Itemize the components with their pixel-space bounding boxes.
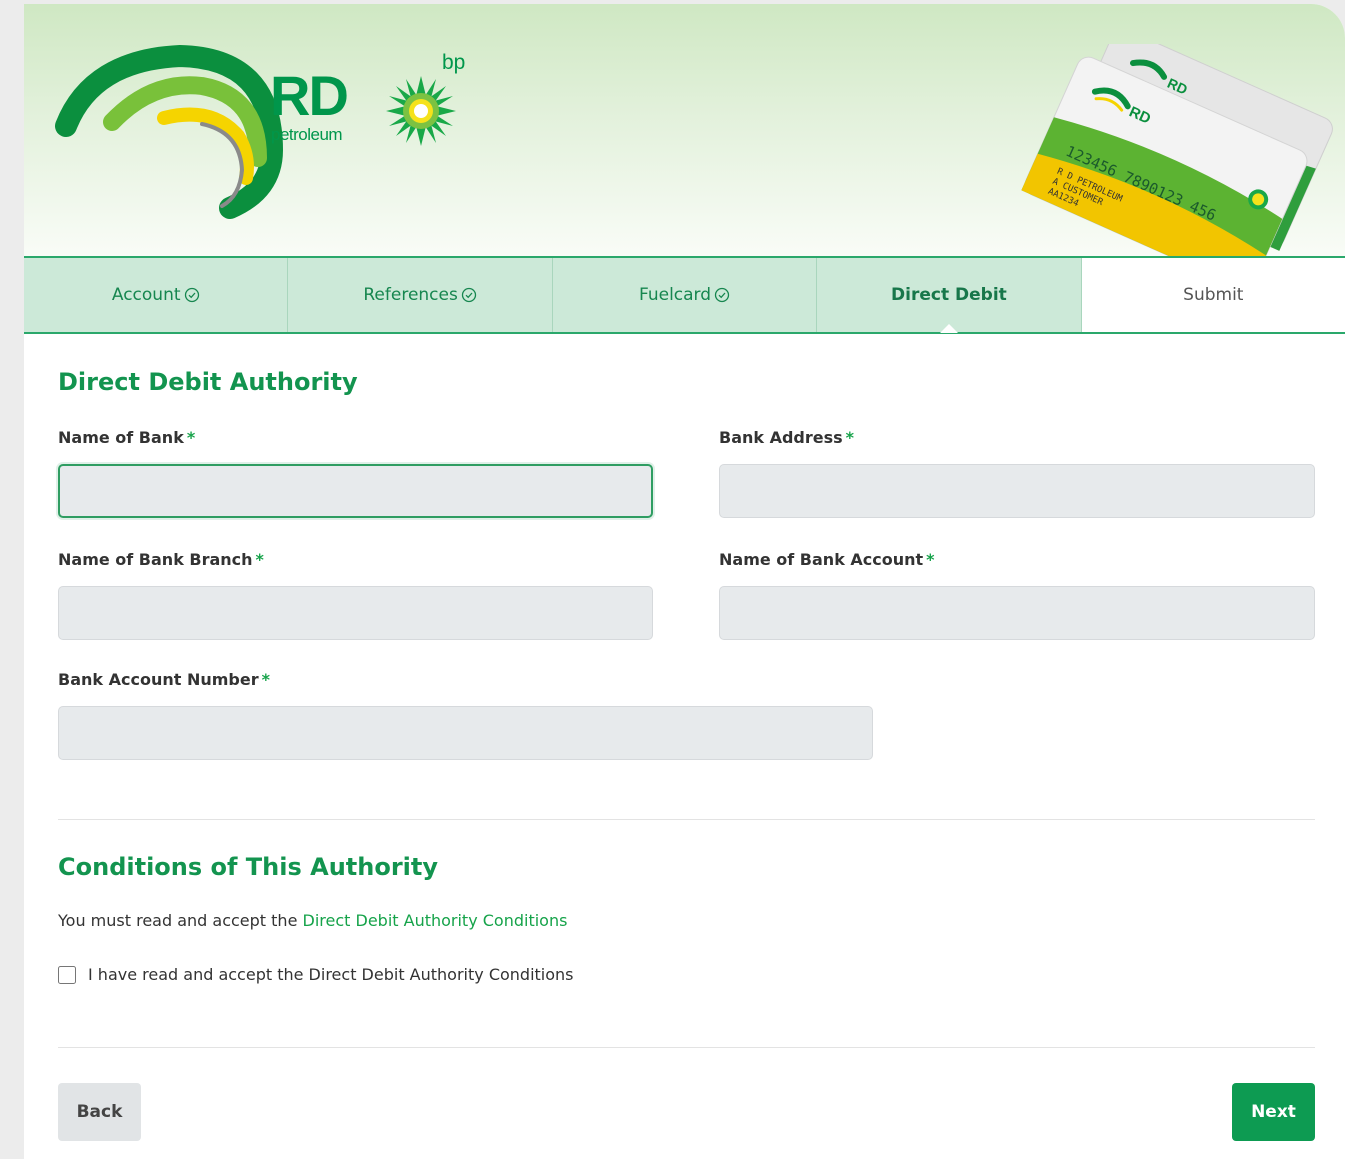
step-label: Submit [1183,285,1244,305]
bank-name-input[interactable] [58,464,653,518]
bank-address-input[interactable] [719,464,1315,518]
petroleum-logo-text: petroleum [271,125,343,144]
direct-debit-title: Direct Debit Authority [58,368,358,396]
step-label: Account [111,285,181,305]
bank-account-number-label: Bank Account Number * [58,670,270,689]
check-circle-icon [714,287,730,303]
conditions-intro: You must read and accept the Direct Debi… [58,911,568,930]
step-tabs: Account References Fuelcard Direct Debit… [24,256,1345,334]
step-label: Direct Debit [891,285,1007,305]
conditions-link[interactable]: Direct Debit Authority Conditions [303,911,568,930]
bp-logo-text: bp [442,51,466,74]
bank-name-label: Name of Bank * [58,428,196,447]
accept-conditions-label: I have read and accept the Direct Debit … [88,965,574,984]
application-card: RD petroleum bp RD RD 123456 7890123 456… [24,4,1345,1159]
check-circle-icon [184,287,199,303]
back-button[interactable]: Back [58,1083,141,1141]
accept-conditions-checkbox[interactable] [58,965,76,984]
section-divider [58,1047,1315,1048]
bank-branch-label: Name of Bank Branch * [58,550,264,569]
bank-branch-input[interactable] [58,586,653,640]
step-tab-references[interactable]: References [288,258,553,332]
bank-address-label: Bank Address * [719,428,855,447]
step-tab-account[interactable]: Account [24,258,289,332]
check-circle-icon [461,287,476,303]
bank-account-number-input[interactable] [58,706,873,760]
step-label: Fuelcard [638,285,712,305]
bank-account-name-label: Name of Bank Account * [719,550,935,569]
step-tab-fuelcard[interactable]: Fuelcard [552,258,818,332]
step-label: References [363,285,458,305]
step-tab-direct-debit[interactable]: Direct Debit [817,258,1082,333]
next-button[interactable]: Next [1232,1083,1315,1141]
accept-conditions-row: I have read and accept the Direct Debit … [58,965,574,984]
bank-account-name-input[interactable] [719,586,1315,640]
fuelcards-image: RD RD 123456 7890123 456 R D PETROLEUM A… [1021,44,1333,256]
rd-logo-text: RD [270,64,349,127]
section-divider [58,819,1315,820]
bp-helios-icon [386,76,456,146]
conditions-title: Conditions of This Authority [58,853,439,881]
step-tab-submit[interactable]: Submit [1081,258,1345,332]
page-header: RD petroleum bp RD RD 123456 7890123 456… [24,4,1345,256]
